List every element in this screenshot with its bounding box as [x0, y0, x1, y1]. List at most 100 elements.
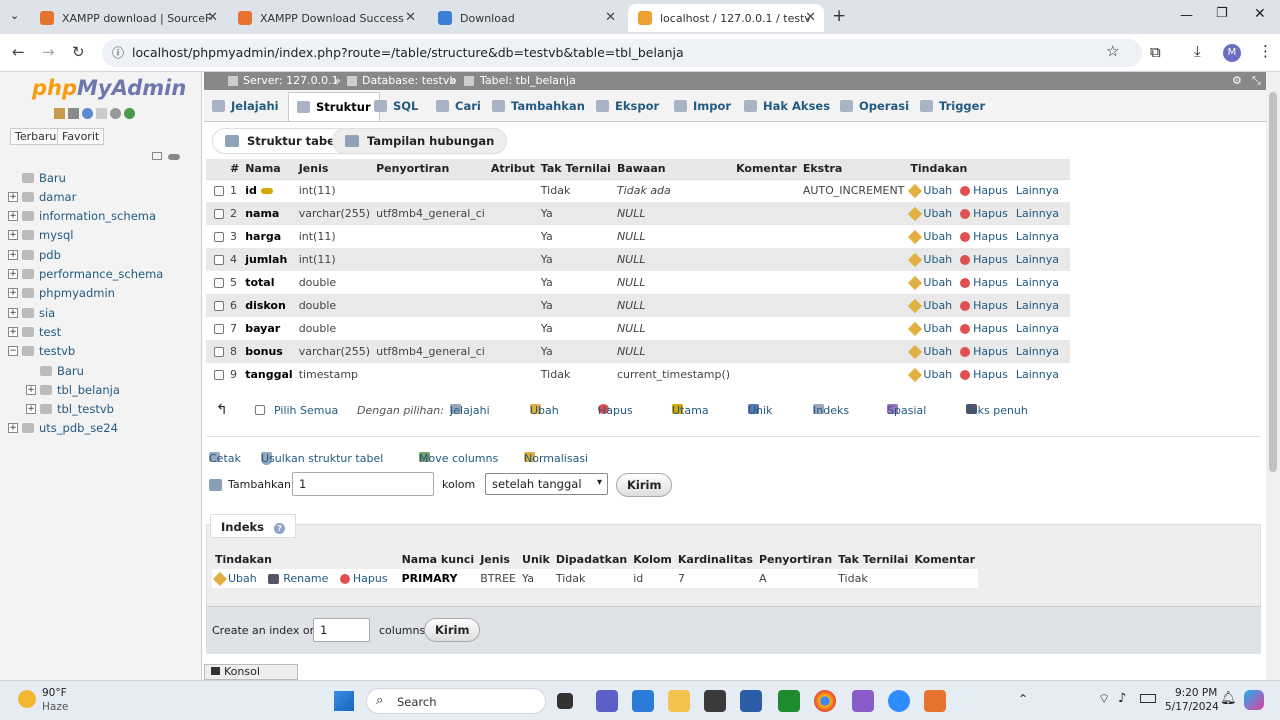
- row-checkbox[interactable]: [206, 248, 227, 271]
- more-actions-button[interactable]: Lainnya: [1016, 253, 1059, 266]
- console-tab[interactable]: Konsol: [204, 664, 298, 680]
- task-view-icon[interactable]: [557, 693, 573, 709]
- tab-browse[interactable]: Jelajahi: [212, 99, 279, 113]
- change-column-button[interactable]: Ubah: [908, 184, 952, 199]
- collapse-icon[interactable]: ⤡: [1252, 74, 1261, 88]
- browser-tab[interactable]: XAMPP download | SourceForge✕: [30, 4, 226, 32]
- home-icon[interactable]: [54, 108, 65, 119]
- more-actions-button[interactable]: Lainnya: [1016, 184, 1059, 197]
- tab-close-icon[interactable]: ✕: [605, 10, 616, 25]
- expand-icon[interactable]: +: [26, 385, 36, 395]
- expand-icon[interactable]: +: [8, 211, 18, 221]
- more-actions-button[interactable]: Lainnya: [1016, 345, 1059, 358]
- tree-item[interactable]: + performance_schema: [8, 267, 163, 281]
- more-actions-button[interactable]: Lainnya: [1016, 368, 1059, 381]
- column-name[interactable]: tanggal: [242, 363, 295, 386]
- add-column-count-input[interactable]: 1: [292, 472, 434, 496]
- indexes-title[interactable]: Indeks ?: [210, 514, 297, 538]
- teams-icon[interactable]: [596, 690, 618, 712]
- col-type[interactable]: Jenis: [295, 159, 374, 180]
- add-column-submit-button[interactable]: Kirim: [616, 473, 673, 497]
- subtab-table-structure[interactable]: Struktur tabel: [212, 128, 352, 154]
- drop-column-button[interactable]: Hapus: [960, 184, 1008, 197]
- tree-item[interactable]: − testvb: [8, 344, 75, 358]
- drop-column-button[interactable]: Hapus: [960, 299, 1008, 312]
- col-null[interactable]: Tak Ternilai: [537, 159, 614, 180]
- copilot-icon[interactable]: [1244, 690, 1264, 710]
- column-name[interactable]: bonus: [242, 340, 296, 363]
- column-name[interactable]: harga: [242, 225, 295, 248]
- tab-operations[interactable]: Operasi: [840, 99, 909, 113]
- change-column-button[interactable]: Ubah: [908, 229, 952, 245]
- xampp-icon[interactable]: [924, 690, 946, 712]
- settings-gear-icon[interactable]: ⚙: [1232, 74, 1242, 87]
- breadcrumb-server[interactable]: Server: 127.0.0.1: [243, 74, 339, 87]
- back-icon[interactable]: ←: [12, 43, 25, 61]
- help-icon[interactable]: [82, 108, 93, 119]
- column-name[interactable]: nama: [242, 202, 296, 225]
- zoom-icon[interactable]: [888, 690, 910, 712]
- main-scrollbar[interactable]: [1266, 72, 1280, 680]
- index-rename-button[interactable]: Rename: [268, 572, 328, 585]
- column-position-select[interactable]: setelah tanggal ▾: [485, 473, 608, 495]
- profile-avatar[interactable]: M: [1223, 44, 1241, 62]
- xbox-icon[interactable]: [778, 690, 800, 712]
- subtab-relation-view[interactable]: Tampilan hubungan: [332, 128, 508, 154]
- clock-date[interactable]: 5/17/2024: [1165, 701, 1219, 713]
- check-all-label[interactable]: Pilih Semua: [274, 404, 338, 417]
- volume-icon[interactable]: ♪: [1118, 691, 1126, 706]
- col-name[interactable]: Nama: [242, 159, 296, 180]
- propose-structure-link[interactable]: Usulkan struktur tabel ?: [261, 452, 383, 465]
- taskbar-search[interactable]: ⌕ Search: [366, 688, 546, 714]
- tree-item[interactable]: + tbl_testvb: [26, 402, 114, 416]
- change-column-button[interactable]: Ubah: [908, 367, 952, 383]
- col-attributes[interactable]: Atribut: [487, 159, 538, 180]
- browser-menu-icon[interactable]: ⋮: [1258, 42, 1273, 60]
- tree-item[interactable]: Baru: [26, 364, 84, 378]
- tab-close-icon[interactable]: ✕: [207, 10, 218, 25]
- weather-sun-icon[interactable]: [18, 690, 36, 708]
- battery-icon[interactable]: [1140, 694, 1156, 703]
- notifications-icon[interactable]: 🔔︎: [1220, 691, 1237, 706]
- new-tab-button[interactable]: +: [832, 6, 846, 26]
- tab-export[interactable]: Ekspor: [596, 99, 659, 113]
- docs-icon[interactable]: [96, 108, 107, 119]
- breadcrumb-table[interactable]: Tabel: tbl_belanja: [480, 74, 576, 87]
- expand-icon[interactable]: +: [8, 327, 18, 337]
- col-extra[interactable]: Ekstra: [799, 159, 908, 180]
- drop-column-button[interactable]: Hapus: [960, 207, 1008, 220]
- tree-item[interactable]: + pdb: [8, 248, 61, 262]
- expand-icon[interactable]: +: [26, 404, 36, 414]
- settings-icon[interactable]: [110, 108, 121, 119]
- windows-start-icon[interactable]: [334, 691, 354, 711]
- minimize-icon[interactable]: —: [1180, 8, 1193, 23]
- tree-item[interactable]: + phpmyadmin: [8, 286, 115, 300]
- row-checkbox[interactable]: [206, 294, 227, 317]
- browser-tab[interactable]: XAMPP Download Success ✕: [228, 4, 424, 32]
- more-actions-button[interactable]: Lainnya: [1016, 276, 1059, 289]
- reload-nav-icon[interactable]: [124, 108, 135, 119]
- collapse-all-icon[interactable]: [152, 152, 162, 160]
- index-edit-button[interactable]: Ubah: [212, 571, 257, 587]
- column-name[interactable]: jumlah: [242, 248, 296, 271]
- window-close-icon[interactable]: ✕: [1254, 6, 1266, 22]
- tab-privileges[interactable]: Hak Akses: [744, 99, 830, 113]
- tree-item[interactable]: + damar: [8, 190, 76, 204]
- breadcrumb-database[interactable]: Database: testvb: [362, 74, 456, 87]
- clock-time[interactable]: 9:20 PM: [1175, 687, 1217, 699]
- column-name[interactable]: id: [242, 179, 295, 202]
- link-with-main-icon[interactable]: [168, 154, 180, 160]
- index-drop-button[interactable]: Hapus: [339, 572, 388, 585]
- new-database-item[interactable]: Baru: [8, 171, 66, 185]
- weather-temp[interactable]: 90°F: [42, 687, 67, 699]
- row-checkbox[interactable]: [206, 202, 227, 225]
- drop-column-button[interactable]: Hapus: [960, 230, 1008, 243]
- change-column-button[interactable]: Ubah: [908, 321, 952, 337]
- bookmark-star-icon[interactable]: ☆: [1106, 42, 1119, 60]
- column-name[interactable]: total: [242, 271, 295, 294]
- change-column-button[interactable]: Ubah: [908, 344, 952, 360]
- app-icon[interactable]: [704, 690, 726, 712]
- column-name[interactable]: bayar: [242, 317, 295, 340]
- file-explorer-icon[interactable]: [668, 690, 690, 712]
- site-info-icon[interactable]: ⓘ: [112, 44, 124, 61]
